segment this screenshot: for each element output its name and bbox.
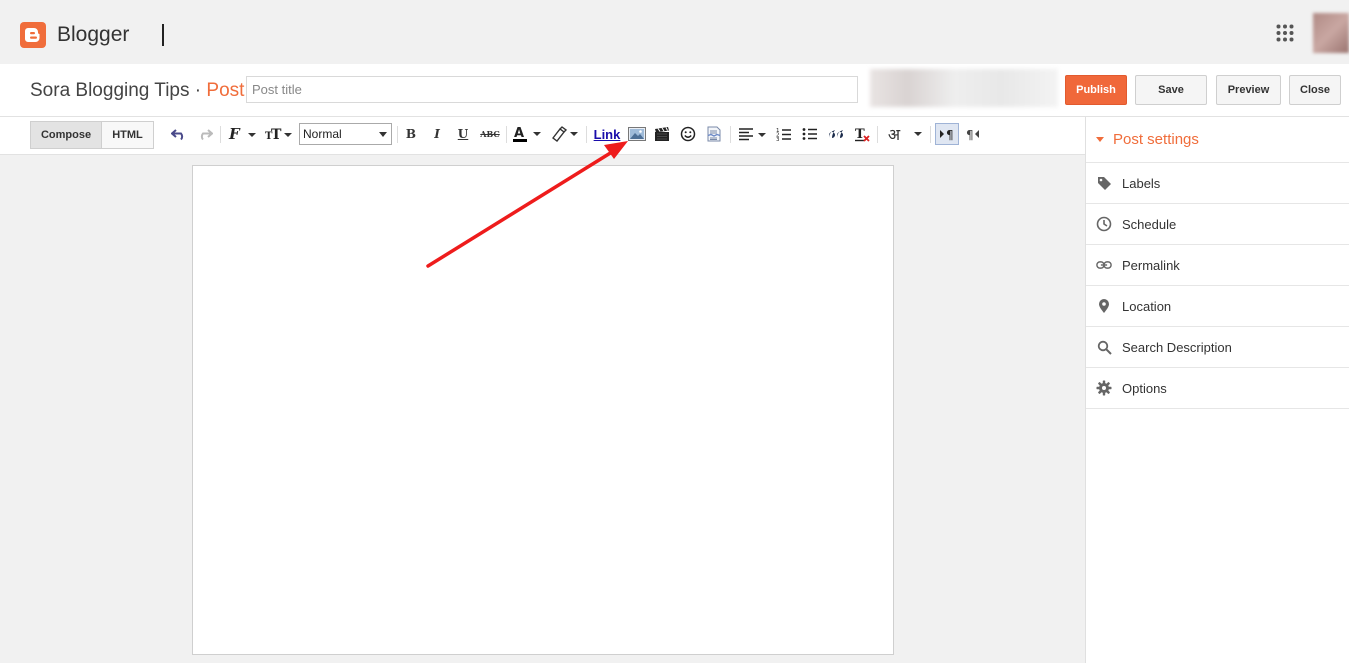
svg-text:3: 3 [776, 137, 780, 142]
redo-icon[interactable] [196, 123, 214, 145]
highlight-color-icon[interactable] [550, 123, 580, 145]
svg-text:¶: ¶ [946, 128, 954, 141]
rtl-icon[interactable]: ¶ [964, 123, 982, 145]
toolbar-separator [506, 126, 507, 143]
align-icon[interactable] [738, 123, 768, 145]
compose-mode-button[interactable]: Compose [30, 121, 102, 149]
sidebar-item-label: Search Description [1122, 339, 1232, 355]
insert-video-icon[interactable] [653, 123, 671, 145]
font-family-icon[interactable]: F [228, 123, 258, 145]
toolbar-separator [220, 126, 221, 143]
strikethrough-icon[interactable]: ABC [479, 123, 501, 145]
sidebar-item-label: Permalink [1122, 257, 1180, 273]
link-icon [1096, 257, 1112, 273]
svg-text:A: A [514, 126, 524, 141]
brand-divider [162, 24, 164, 46]
blog-name[interactable]: Sora Blogging Tips [30, 80, 190, 101]
html-mode-button[interactable]: HTML [101, 121, 154, 149]
remove-formatting-icon[interactable]: T [853, 123, 871, 145]
toolbar-separator [397, 126, 398, 143]
svg-text:T: T [271, 127, 282, 142]
toolbar-separator [877, 126, 878, 143]
top-bar: Blogger [0, 0, 1349, 64]
section-label: Post [206, 80, 245, 101]
gear-icon [1096, 380, 1112, 396]
sidebar-item-search-description[interactable]: Search Description [1086, 326, 1349, 367]
insert-link-button[interactable]: Link [593, 123, 621, 145]
caret-down-icon [1096, 137, 1104, 142]
preview-button[interactable]: Preview [1216, 75, 1281, 105]
toolbar-separator [730, 126, 731, 143]
bulleted-list-icon[interactable] [801, 123, 819, 145]
account-avatar[interactable] [1313, 13, 1349, 53]
toolbar-separator [586, 126, 587, 143]
blurred-status-area [870, 69, 1058, 107]
post-title-input[interactable] [246, 76, 858, 103]
save-button[interactable]: Save [1135, 75, 1207, 105]
ltr-icon[interactable]: ¶ [935, 123, 959, 145]
svg-text:¶: ¶ [966, 128, 974, 141]
sidebar-item-options[interactable]: Options [1086, 367, 1349, 408]
post-body-editor[interactable] [192, 165, 894, 655]
sidebar-item-permalink[interactable]: Permalink [1086, 244, 1349, 285]
blogger-logo-icon[interactable] [20, 22, 46, 48]
underline-icon[interactable]: U [455, 123, 471, 145]
sidebar-item-label: Schedule [1122, 216, 1177, 232]
bold-icon[interactable]: B [403, 123, 419, 145]
insert-image-icon[interactable] [627, 123, 647, 145]
format-select-value: Normal [303, 127, 342, 141]
svg-text:T: T [855, 127, 865, 142]
breadcrumb: Sora Blogging Tips · Post [30, 80, 244, 102]
insert-emoji-icon[interactable] [679, 123, 697, 145]
input-tools-icon[interactable]: अ [884, 123, 904, 145]
text-color-icon[interactable]: A [512, 123, 544, 145]
apps-grid-icon[interactable] [1276, 24, 1294, 42]
breadcrumb-separator: · [194, 80, 202, 101]
post-title-bar: Sora Blogging Tips · Post Publish Save P… [0, 64, 1349, 117]
font-size-icon[interactable]: TT [264, 123, 294, 145]
italic-icon[interactable]: I [429, 123, 445, 145]
undo-icon[interactable] [170, 123, 188, 145]
toolbar-separator [930, 126, 931, 143]
sidebar-item-label: Location [1122, 298, 1172, 314]
sidebar-divider [1086, 408, 1349, 409]
sidebar-item-label: Labels [1122, 175, 1161, 191]
clock-icon [1096, 216, 1112, 232]
pin-icon [1096, 298, 1112, 314]
brand-name: Blogger [57, 23, 130, 46]
sidebar-item-schedule[interactable]: Schedule [1086, 203, 1349, 244]
close-button[interactable]: Close [1289, 75, 1341, 105]
sidebar-item-location[interactable]: Location [1086, 285, 1349, 326]
input-tools-dropdown-icon[interactable] [910, 123, 926, 145]
svg-text:F: F [228, 126, 241, 142]
editor-toolbar: Compose HTML F TT Normal B I U ABC A Lin… [0, 117, 1085, 155]
post-settings-sidebar: Post settings Labels Schedule Permalink … [1085, 117, 1349, 663]
paragraph-format-select[interactable]: Normal [299, 123, 392, 145]
publish-button[interactable]: Publish [1065, 75, 1127, 105]
search-icon [1096, 339, 1112, 355]
sidebar-item-label: Options [1122, 380, 1167, 396]
chevron-down-icon [379, 132, 387, 137]
quote-icon[interactable] [827, 123, 845, 145]
post-settings-title: Post settings [1113, 131, 1199, 148]
insert-jump-break-icon[interactable] [705, 123, 723, 145]
post-settings-header[interactable]: Post settings [1096, 131, 1199, 148]
numbered-list-icon[interactable]: 123 [775, 123, 793, 145]
tag-icon [1096, 175, 1112, 191]
sidebar-item-labels[interactable]: Labels [1086, 162, 1349, 203]
